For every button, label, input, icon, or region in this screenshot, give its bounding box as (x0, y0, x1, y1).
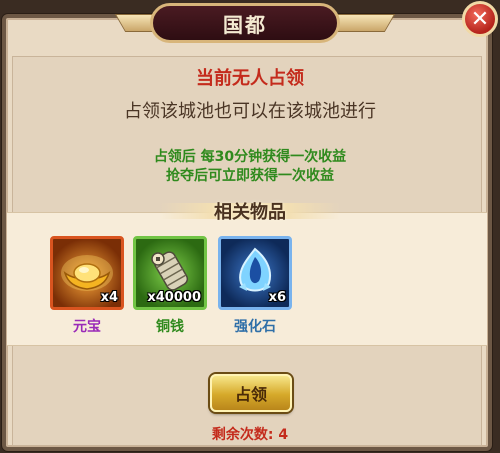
item-slot-gold-ingot[interactable]: x4 (50, 236, 124, 310)
occupation-status: 当前无人占领 (196, 68, 304, 89)
item-name-copper-coins: 铜钱 (156, 319, 184, 335)
item-slot-enhance-stone[interactable]: x6 (218, 236, 292, 310)
reward-info-line-2: 抢夺后可立即获得一次收益 (166, 168, 334, 184)
related-items-header: 相关物品 (160, 197, 340, 225)
item-name-gold-ingot: 元宝 (73, 319, 101, 335)
occupy-button[interactable]: 占领 (210, 374, 292, 412)
item-name-enhance-stone: 强化石 (234, 319, 276, 335)
close-icon: ✕ (470, 6, 490, 32)
close-button[interactable]: ✕ (462, 1, 498, 37)
reward-info-line-1: 占领后 每30分钟获得一次收益 (153, 149, 347, 165)
occupation-description: 占领该城池也可以在该城池进行 (124, 101, 376, 122)
item-count: x6 (268, 290, 286, 305)
item-count: x40000 (147, 290, 201, 305)
dialog-title: 国都 (150, 3, 340, 43)
item-count: x4 (100, 290, 118, 305)
remaining-attempts: 剩余次数: 4 (211, 427, 289, 443)
item-slot-copper-coins[interactable]: x40000 (133, 236, 207, 310)
related-items-title: 相关物品 (214, 202, 286, 223)
